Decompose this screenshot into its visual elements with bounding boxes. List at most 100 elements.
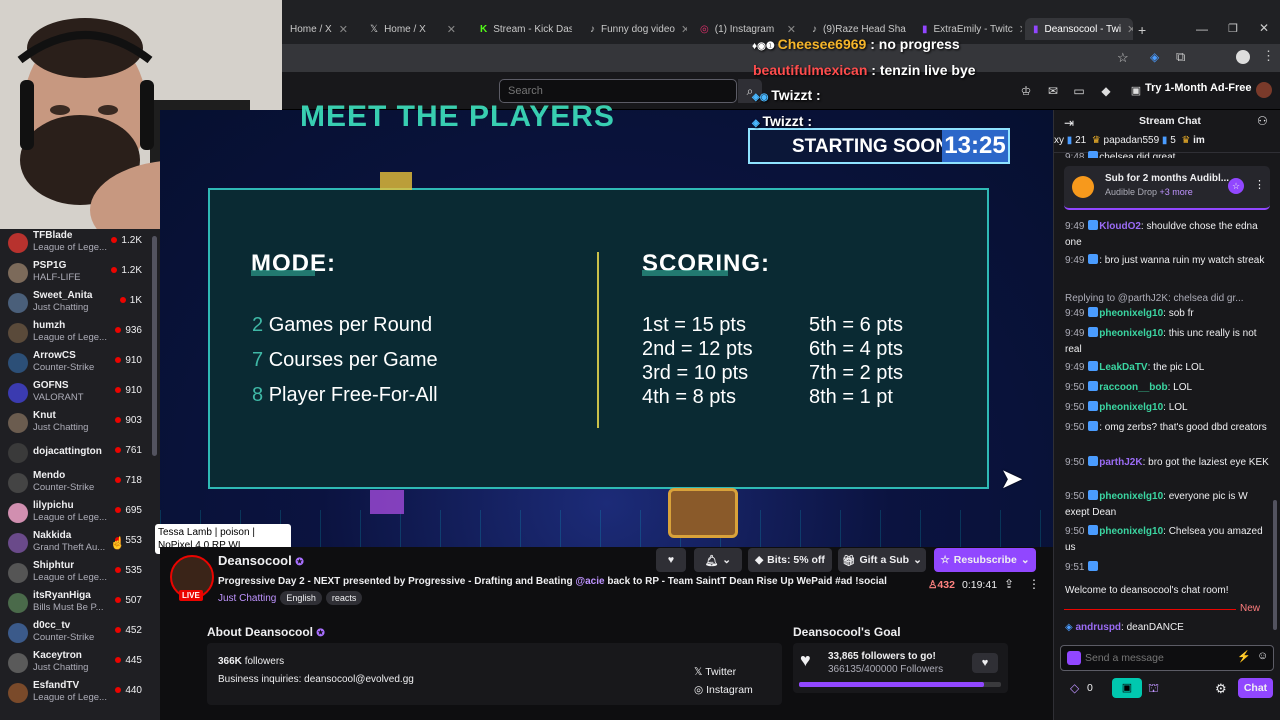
tab-home-x-1[interactable]: Home / X ✕ bbox=[282, 18, 354, 40]
channel-name[interactable]: Deansocool ✪ bbox=[218, 553, 304, 568]
crown-icon[interactable]: ♔ bbox=[1019, 84, 1033, 98]
more-options-icon[interactable]: ⋮ bbox=[1254, 178, 1265, 191]
mail-icon[interactable]: ✉ bbox=[1046, 84, 1060, 98]
extension-icon[interactable]: ◈ bbox=[1150, 50, 1159, 64]
sidebar-channel[interactable]: Mendo Counter-Strike 718 bbox=[0, 469, 150, 497]
window-close-button[interactable]: ✕ bbox=[1259, 21, 1269, 35]
bits-icon[interactable]: ⚡ bbox=[1237, 650, 1251, 663]
bits-button[interactable]: ◆ Bits: 5% off bbox=[748, 548, 832, 572]
sidebar-channel[interactable]: ArrowCS Counter-Strike 910 bbox=[0, 349, 150, 377]
sidebar-channel[interactable]: PSP1G HALF-LIFE 1.2K bbox=[0, 259, 150, 287]
tag[interactable]: English bbox=[280, 591, 322, 605]
sidebar-channel[interactable]: Knut Just Chatting 903 bbox=[0, 409, 150, 437]
live-dot-icon bbox=[115, 357, 122, 363]
channel-game: HALF-LIFE bbox=[33, 272, 81, 283]
viewer-count: 718 bbox=[115, 475, 142, 486]
sidebar-channel[interactable]: Sweet_Anita Just Chatting 1K bbox=[0, 289, 150, 317]
notification-button[interactable]: 🔔︎ ⌄ bbox=[694, 548, 742, 572]
sidebar-channel[interactable]: Shiphtur League of Lege... 535 bbox=[0, 559, 150, 587]
tab-home-x-2[interactable]: 𝕏 Home / X ✕ bbox=[362, 18, 462, 40]
viewer-count: 936 bbox=[115, 325, 142, 336]
viewer-count: 452 bbox=[115, 625, 142, 636]
badge-icon bbox=[1088, 421, 1099, 431]
close-icon[interactable]: ✕ bbox=[1127, 23, 1133, 36]
minimize-button[interactable]: — bbox=[1196, 22, 1208, 36]
chat-bubble-icon[interactable]: ▭ bbox=[1072, 84, 1086, 98]
new-tab-button[interactable]: + bbox=[1138, 22, 1146, 38]
tag[interactable]: reacts bbox=[325, 591, 363, 605]
predictions-icon[interactable]: ⛫ bbox=[1148, 681, 1159, 697]
chat-button[interactable]: Chat bbox=[1238, 678, 1273, 698]
channel-game: Counter-Strike bbox=[33, 362, 95, 373]
live-dot-icon bbox=[119, 297, 126, 303]
close-icon[interactable]: ✕ bbox=[339, 23, 354, 36]
tab-tiktok[interactable]: ♪ Funny dog video ✕ bbox=[582, 18, 687, 40]
twitch-icon: ▮ bbox=[922, 23, 928, 35]
sidebar-channel[interactable]: lilypichu League of Lege... 695 bbox=[0, 499, 150, 527]
maximize-button[interactable]: ❐ bbox=[1228, 22, 1238, 35]
channel-name: dojacattington bbox=[33, 446, 102, 457]
profile-icon[interactable] bbox=[1236, 50, 1250, 64]
chat-scrollbar[interactable] bbox=[1273, 500, 1277, 630]
channel-game: VALORANT bbox=[33, 392, 84, 403]
countdown-timer: 13:25 bbox=[942, 130, 1008, 162]
badge-icon bbox=[1088, 254, 1099, 264]
users-icon[interactable]: ⚇ bbox=[1257, 114, 1268, 128]
sidebar-channel[interactable]: TFBlade League of Lege... 1.2K bbox=[0, 229, 150, 257]
sidebar-channel[interactable]: d0cc_tv Counter-Strike 452 bbox=[0, 619, 150, 647]
live-dot-icon bbox=[115, 387, 122, 393]
chat-ad-card[interactable]: Sub for 2 months Audibl... Audible Drop … bbox=[1064, 166, 1270, 210]
tab-kick[interactable]: KStream - Kick Das✕ bbox=[472, 18, 572, 40]
viewer-count: 910 bbox=[115, 355, 142, 366]
menu-icon[interactable]: ⋮ bbox=[1262, 48, 1275, 64]
close-icon[interactable]: ✕ bbox=[447, 23, 462, 36]
sidebar-channel[interactable]: Nakkida Grand Theft Au... 553 bbox=[0, 529, 150, 557]
channel-points-icon[interactable]: ◇ bbox=[1070, 681, 1079, 695]
collapse-chat-icon[interactable]: ⇥ bbox=[1064, 116, 1074, 130]
sidebar-channel[interactable]: dojacattington 761 bbox=[0, 439, 150, 467]
twitter-link[interactable]: 𝕏 Twitter bbox=[694, 666, 736, 678]
starting-soon-banner: STARTING SOON! 13:25 bbox=[748, 128, 1010, 164]
close-icon[interactable]: ✕ bbox=[787, 23, 802, 36]
more-options-icon[interactable]: ⋮ bbox=[1028, 577, 1040, 591]
goal-follow-button[interactable]: ♥ bbox=[972, 653, 998, 673]
score-row: 3rd = 10 pts bbox=[642, 362, 749, 384]
puzzle-icon[interactable]: ⧉ bbox=[1176, 49, 1185, 65]
category-link[interactable]: Just Chatting English reacts bbox=[218, 591, 363, 605]
sidebar-channel[interactable]: humzh League of Lege... 936 bbox=[0, 319, 150, 347]
heart-pixel-icon bbox=[370, 490, 404, 514]
tab-deansocool[interactable]: ▮ Deansocool - Twi ✕ bbox=[1025, 18, 1133, 40]
star-icon[interactable]: ☆ bbox=[1117, 50, 1129, 66]
avatar bbox=[8, 563, 28, 583]
emote-icon[interactable]: ☺ bbox=[1257, 650, 1268, 662]
avatar bbox=[8, 683, 28, 703]
sub-badge-icon bbox=[1067, 651, 1081, 665]
instagram-link[interactable]: ◎ Instagram bbox=[694, 684, 753, 696]
sidebar-scrollbar[interactable] bbox=[152, 236, 157, 456]
bits-icon[interactable]: ◆ bbox=[1099, 84, 1113, 98]
chat-input[interactable] bbox=[1085, 650, 1225, 666]
settings-icon[interactable]: ⚙ bbox=[1215, 681, 1227, 697]
ad-free-button[interactable]: Try 1-Month Ad-Free bbox=[1145, 82, 1252, 94]
gift-sub-button[interactable]: 🎁︎ Gift a Sub ⌄ bbox=[838, 548, 926, 572]
sidebar-channel[interactable]: itsRyanHiga Bills Must Be P... 507 bbox=[0, 589, 150, 617]
live-dot-icon bbox=[115, 597, 122, 603]
channel-game: Just Chatting bbox=[33, 422, 89, 433]
avatar[interactable] bbox=[1256, 82, 1272, 98]
close-icon[interactable]: ✕ bbox=[681, 23, 687, 36]
bits-icon: ◆ bbox=[755, 554, 764, 566]
new-messages-label[interactable]: New bbox=[1240, 603, 1260, 614]
sidebar-channel[interactable]: GOFNS VALORANT 910 bbox=[0, 379, 150, 407]
follow-heart-button[interactable]: ♥ bbox=[656, 548, 686, 572]
chat-message: 9:50 : omg zerbs? that's good dbd creato… bbox=[1065, 421, 1267, 433]
sidebar-channel[interactable]: EsfandTV League of Lege... 440 bbox=[0, 679, 150, 707]
chat-input-box[interactable]: ⚡ ☺ bbox=[1060, 645, 1274, 671]
avatar bbox=[8, 533, 28, 553]
hype-train-icon[interactable]: ▣ bbox=[1112, 678, 1142, 698]
stream-title: Progressive Day 2 - NEXT presented by Pr… bbox=[218, 576, 887, 587]
close-icon[interactable]: ✕ bbox=[1019, 23, 1022, 36]
overlay-chat-line: ♦◉❶ Cheesee6969 : no progress bbox=[752, 36, 960, 52]
sidebar-channel[interactable]: Kaceytron Just Chatting 445 bbox=[0, 649, 150, 677]
share-icon[interactable]: ⇪ bbox=[1004, 577, 1014, 591]
resubscribe-button[interactable]: ☆ Resubscribe ⌄ bbox=[934, 548, 1036, 572]
